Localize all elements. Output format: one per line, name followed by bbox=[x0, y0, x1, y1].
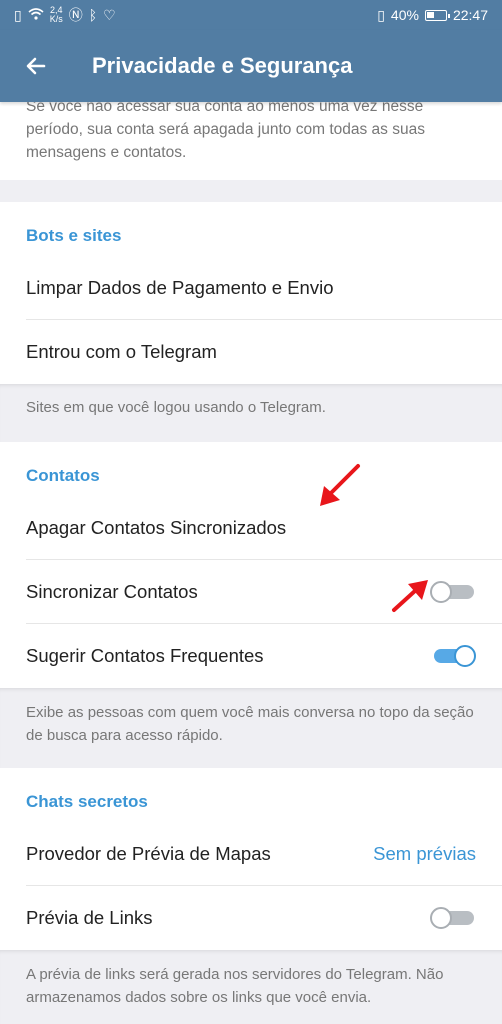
link-preview-item[interactable]: Prévia de Links bbox=[0, 886, 502, 950]
secret-chats-hint: A prévia de links será gerada nos servid… bbox=[0, 950, 502, 1024]
health-icon: ♡ bbox=[103, 6, 116, 23]
annotation-arrow-icon bbox=[392, 580, 428, 612]
back-button[interactable] bbox=[0, 30, 72, 102]
logged-in-telegram-label: Entrou com o Telegram bbox=[26, 341, 217, 362]
page-title: Privacidade e Segurança bbox=[92, 53, 353, 78]
bots-section: Bots e sites Limpar Dados de Pagamento e… bbox=[0, 202, 502, 384]
vibrate-icon: ▯ bbox=[377, 6, 385, 23]
clock: 22:47 bbox=[452, 7, 488, 23]
link-preview-toggle[interactable] bbox=[430, 906, 476, 930]
delete-synced-contacts-label: Apagar Contatos Sincronizados bbox=[26, 517, 287, 538]
nfc-icon: Ⓝ bbox=[68, 7, 83, 23]
status-right: ▯ 40% 22:47 bbox=[377, 7, 488, 24]
secret-chats-section: Chats secretos Provedor de Prévia de Map… bbox=[0, 768, 502, 950]
account-deletion-note: Se você não acessar sua conta ao menos u… bbox=[26, 102, 425, 161]
section-title-contacts: Contatos bbox=[26, 466, 100, 485]
link-preview-label: Prévia de Links bbox=[26, 907, 153, 928]
battery-icon bbox=[424, 9, 450, 21]
section-title-secret-chats: Chats secretos bbox=[26, 792, 148, 811]
sync-contacts-toggle[interactable] bbox=[430, 580, 476, 604]
sync-contacts-label: Sincronizar Contatos bbox=[26, 581, 198, 602]
sim-icon: ▯ bbox=[14, 6, 22, 23]
back-arrow-icon bbox=[26, 57, 46, 75]
wifi-icon bbox=[28, 7, 44, 23]
account-deletion-card: Se você não acessar sua conta ao menos u… bbox=[0, 102, 502, 180]
section-title-bots: Bots e sites bbox=[26, 226, 122, 245]
settings-list[interactable]: Se você não acessar sua conta ao menos u… bbox=[0, 102, 502, 1024]
map-preview-provider-value: Sem prévias bbox=[373, 843, 476, 864]
logged-in-telegram-item[interactable]: Entrou com o Telegram bbox=[0, 320, 502, 384]
suggest-contacts-label: Sugerir Contatos Frequentes bbox=[26, 645, 264, 666]
map-preview-provider-label: Provedor de Prévia de Mapas bbox=[26, 843, 271, 864]
bots-hint: Sites em que você logou usando o Telegra… bbox=[0, 384, 502, 442]
status-bar: ▯ 2,4 K/s Ⓝ ᛒ ♡ ▯ 40% 22:47 bbox=[0, 0, 502, 30]
suggest-contacts-item[interactable]: Sugerir Contatos Frequentes bbox=[0, 624, 502, 688]
clear-payment-data-label: Limpar Dados de Pagamento e Envio bbox=[26, 277, 334, 298]
annotation-arrow-icon bbox=[320, 464, 360, 506]
delete-synced-contacts-item[interactable]: Apagar Contatos Sincronizados bbox=[0, 496, 502, 560]
app-bar: Privacidade e Segurança bbox=[0, 30, 502, 102]
bluetooth-icon: ᛒ bbox=[88, 7, 98, 23]
map-preview-provider-item[interactable]: Provedor de Prévia de Mapas Sem prévias bbox=[0, 822, 502, 886]
contacts-section: Contatos Apagar Contatos Sincronizados S… bbox=[0, 442, 502, 688]
speed-unit: K/s bbox=[49, 14, 63, 24]
divider bbox=[0, 180, 502, 202]
status-left: ▯ 2,4 K/s Ⓝ ᛒ ♡ bbox=[14, 5, 116, 25]
clear-payment-data-item[interactable]: Limpar Dados de Pagamento e Envio bbox=[0, 256, 502, 320]
battery-percent: 40% bbox=[390, 7, 419, 23]
suggest-contacts-toggle[interactable] bbox=[430, 644, 476, 668]
contacts-hint: Exibe as pessoas com quem você mais conv… bbox=[0, 688, 502, 768]
network-speed: 2,4 K/s bbox=[50, 6, 63, 24]
